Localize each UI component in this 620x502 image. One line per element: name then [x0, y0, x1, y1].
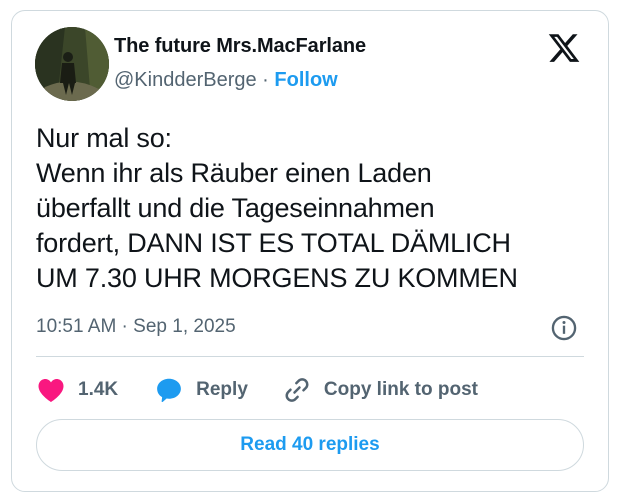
copy-link-button[interactable]: Copy link to post [282, 375, 478, 405]
tweet-line: Nur mal so: [36, 123, 172, 153]
tweet-line: Wenn ihr als Räuber einen Laden [36, 158, 432, 188]
reply-label: Reply [196, 379, 248, 400]
separator-dot: · [262, 69, 269, 91]
avatar-image [35, 27, 109, 101]
tweet-card: The future Mrs.MacFarlane @KindderBerge … [11, 10, 609, 492]
tweet-line: UM 7.30 UHR MORGENS ZU KOMMEN [36, 263, 518, 293]
link-icon [285, 378, 309, 402]
x-logo-icon[interactable] [547, 31, 581, 65]
divider [36, 356, 584, 357]
handle-row: @KindderBerge · Follow [114, 69, 338, 92]
heart-icon [38, 379, 64, 402]
read-replies-button[interactable]: Read 40 replies [36, 419, 584, 471]
follow-button[interactable]: Follow [274, 69, 337, 91]
tweet-line: überfallt und die Tageseinnahmen [36, 193, 435, 223]
avatar[interactable] [35, 27, 109, 101]
action-bar: 1.4K Reply Copy link to post [36, 371, 478, 409]
tweet-line: fordert, DANN IST ES TOTAL DÄMLICH [36, 228, 511, 258]
timestamp[interactable]: 10:51 AM · Sep 1, 2025 [36, 316, 236, 338]
info-icon[interactable] [550, 314, 578, 342]
speech-bubble-icon [157, 378, 182, 403]
display-name[interactable]: The future Mrs.MacFarlane [114, 35, 366, 58]
handle[interactable]: @KindderBerge [114, 69, 257, 91]
like-button[interactable]: 1.4K [36, 375, 118, 405]
copy-link-label: Copy link to post [323, 379, 478, 400]
tweet-text: Nur mal so: Wenn ihr als Räuber einen La… [36, 121, 596, 296]
reply-button[interactable]: Reply [154, 375, 248, 405]
like-count: 1.4K [78, 379, 119, 400]
